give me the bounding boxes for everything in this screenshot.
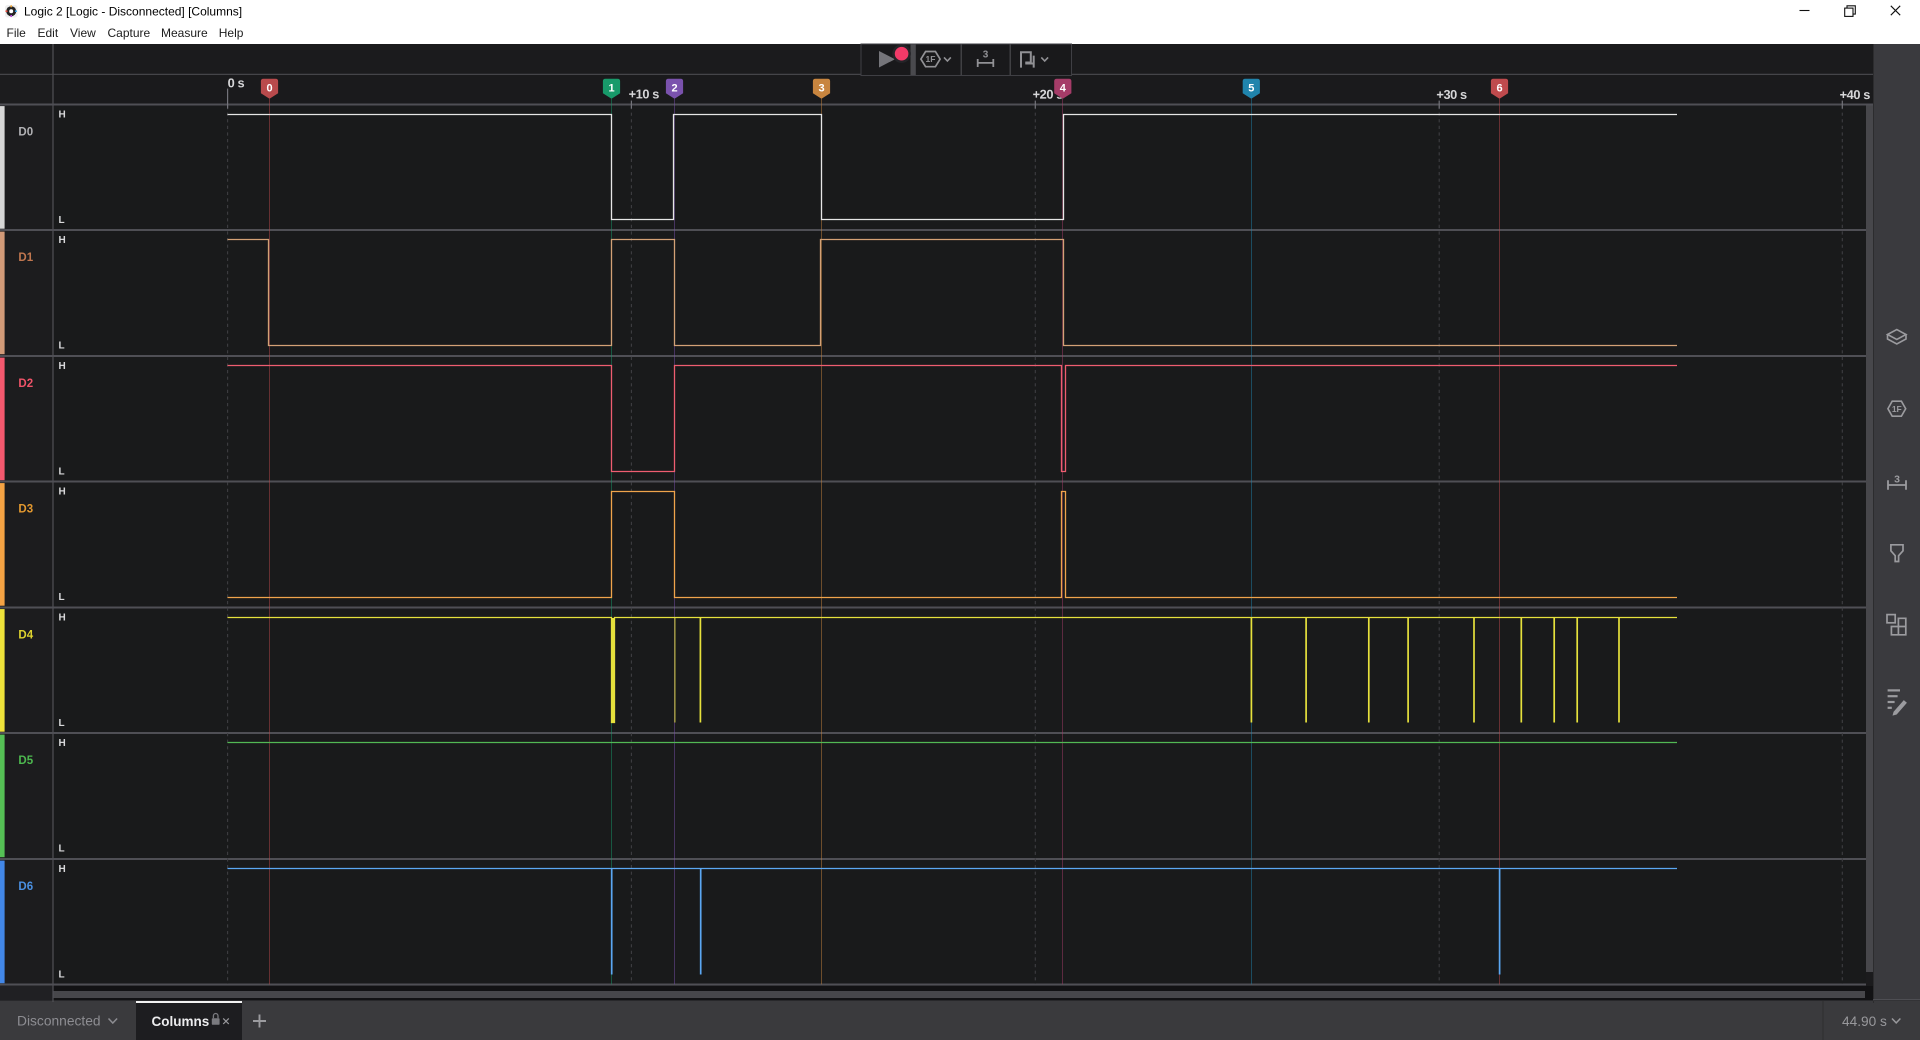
svg-text:L: L [59, 467, 65, 478]
svg-text:L: L [59, 215, 65, 226]
svg-text:3: 3 [818, 83, 824, 95]
svg-text:H: H [59, 738, 66, 749]
svg-text:Disconnected: Disconnected [17, 1014, 101, 1029]
svg-text:4: 4 [1060, 83, 1067, 95]
svg-text:H: H [59, 235, 66, 246]
svg-text:+30 s: +30 s [1436, 87, 1467, 102]
svg-text:H: H [59, 864, 66, 875]
svg-text:L: L [59, 341, 65, 352]
svg-text:0: 0 [266, 83, 272, 95]
svg-text:Columns: Columns [152, 1014, 210, 1029]
svg-text:2: 2 [671, 83, 677, 95]
svg-text:Logic 2 [Logic - Disconnected]: Logic 2 [Logic - Disconnected] [Columns] [24, 5, 242, 19]
svg-text:D2: D2 [18, 378, 33, 390]
svg-text:D3: D3 [18, 503, 33, 515]
svg-text:D4: D4 [18, 629, 33, 641]
svg-text:D6: D6 [18, 881, 33, 893]
svg-text:D5: D5 [18, 755, 33, 767]
svg-text:L: L [59, 718, 65, 729]
svg-text:H: H [59, 110, 66, 121]
svg-text:L: L [59, 844, 65, 855]
svg-text:5: 5 [1248, 83, 1254, 95]
svg-text:3: 3 [983, 50, 989, 61]
svg-text:D1: D1 [18, 252, 33, 264]
svg-text:1: 1 [608, 83, 614, 95]
svg-text:L: L [59, 970, 65, 981]
svg-text:H: H [59, 361, 66, 372]
svg-text:0 s: 0 s [228, 75, 245, 90]
svg-text:+40 s: +40 s [1840, 87, 1871, 102]
svg-text:D0: D0 [18, 126, 33, 138]
svg-text:H: H [59, 487, 66, 498]
svg-text:1F: 1F [1892, 404, 1902, 414]
svg-text:1F: 1F [926, 54, 936, 64]
svg-text:3: 3 [1894, 474, 1900, 486]
svg-text:6: 6 [1496, 83, 1502, 95]
svg-text:L: L [59, 592, 65, 603]
svg-text:+10 s: +10 s [629, 86, 660, 101]
svg-text:44.90 s: 44.90 s [1842, 1014, 1887, 1029]
svg-text:H: H [59, 613, 66, 624]
